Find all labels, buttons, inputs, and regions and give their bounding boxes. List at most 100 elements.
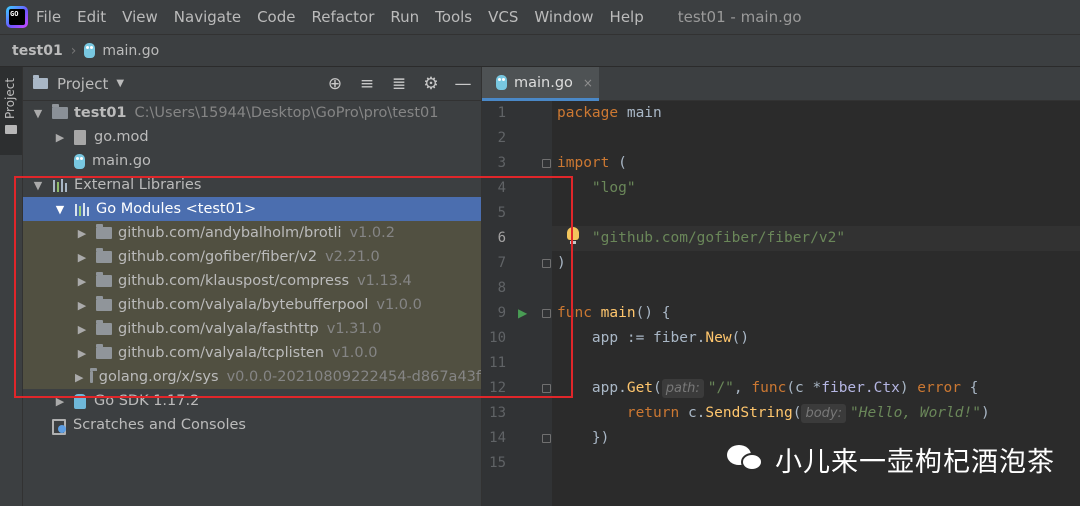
module-name: github.com/valyala/bytebufferpool (118, 297, 369, 313)
tree-item-module[interactable]: ▶ github.com/gofiber/fiber/v2 v2.21.0 (23, 245, 481, 269)
menu-refactor[interactable]: Refactor (311, 8, 374, 26)
chevron-down-icon[interactable]: ▼ (31, 107, 45, 120)
fold-icon[interactable] (542, 259, 551, 268)
tree-item-module[interactable]: ▶ github.com/valyala/fasthttp v1.31.0 (23, 317, 481, 341)
module-version: v1.13.4 (357, 273, 412, 289)
menu-help[interactable]: Help (610, 8, 644, 26)
line-number: 3 (497, 155, 506, 171)
project-tool-window-tab[interactable]: Project (0, 67, 22, 155)
project-tree: ▼ test01 C:\Users\15944\Desktop\GoPro\pr… (23, 101, 481, 437)
menu-vcs[interactable]: VCS (488, 8, 518, 26)
module-version: v0.0.0-20210809222454-d867a43f (226, 369, 481, 385)
chevron-right-icon[interactable]: ▶ (53, 395, 67, 408)
module-name: github.com/gofiber/fiber/v2 (118, 249, 318, 265)
fold-icon[interactable] (542, 384, 551, 393)
folder-icon (96, 272, 112, 287)
menu-navigate[interactable]: Navigate (174, 8, 241, 26)
tree-item-go-sdk[interactable]: ▶ Go SDK 1.17.2 (23, 389, 481, 413)
chevron-right-icon[interactable]: ▶ (75, 251, 89, 264)
line-number-current: 6 (497, 230, 506, 246)
project-tool-label: Project (3, 77, 17, 119)
locate-icon[interactable]: ⊕ (325, 73, 345, 95)
breadcrumb-file[interactable]: main.go (102, 43, 159, 59)
line-number: 1 (497, 105, 506, 121)
chevron-right-icon[interactable]: ▶ (75, 275, 89, 288)
chevron-right-icon[interactable]: ▶ (75, 347, 89, 360)
breadcrumb-separator: › (70, 42, 77, 59)
folder-icon (96, 296, 112, 311)
menu-edit[interactable]: Edit (77, 8, 106, 26)
wechat-icon (727, 443, 767, 475)
module-version: v1.0.2 (349, 225, 395, 241)
chevron-down-icon[interactable]: ▼ (31, 179, 45, 192)
window-title: test01 - main.go (677, 8, 802, 26)
chevron-right-icon[interactable]: ▶ (53, 131, 67, 144)
breadcrumb: test01 › main.go (0, 34, 1080, 67)
go-file-icon (496, 75, 507, 90)
code-line: func main() { (557, 305, 671, 321)
menu-tools[interactable]: Tools (435, 8, 472, 26)
project-panel-header: Project ▼ ⊕ ≡ ≣ ⚙ — (23, 67, 481, 101)
go-file-icon (84, 43, 96, 58)
folder-icon (96, 344, 112, 359)
left-tool-strip: Project (0, 67, 23, 506)
collapse-all-icon[interactable]: ≣ (389, 73, 409, 95)
chevron-down-icon[interactable]: ▼ (53, 203, 67, 216)
tree-item-root[interactable]: ▼ test01 C:\Users\15944\Desktop\GoPro\pr… (23, 101, 481, 125)
folder-icon (96, 248, 112, 263)
editor-tab-bar: main.go × (482, 67, 1080, 101)
tree-item-label: Go Modules <test01> (96, 201, 257, 217)
tab-main-go[interactable]: main.go × (482, 67, 599, 101)
chevron-right-icon[interactable]: ▶ (75, 227, 89, 240)
chevron-right-icon[interactable]: ▶ (75, 371, 83, 384)
line-number: 9 (497, 305, 506, 321)
chevron-down-icon[interactable]: ▼ (116, 78, 124, 89)
scratches-icon (51, 417, 67, 435)
line-number: 4 (497, 180, 506, 196)
tree-item-go-modules[interactable]: ▼ Go Modules <test01> (23, 197, 481, 221)
mod-file-icon (74, 129, 86, 145)
breadcrumb-project[interactable]: test01 (12, 43, 63, 59)
menu-view[interactable]: View (122, 8, 158, 26)
tree-item-module[interactable]: ▶ github.com/andybalholm/brotli v1.0.2 (23, 221, 481, 245)
line-number: 8 (497, 280, 506, 296)
chevron-right-icon[interactable]: ▶ (75, 299, 89, 312)
tree-item-external-libraries[interactable]: ▼ External Libraries (23, 173, 481, 197)
module-version: v1.0.0 (376, 297, 422, 313)
module-version: v1.0.0 (332, 345, 378, 361)
menu-file[interactable]: File (36, 8, 61, 26)
menu-code[interactable]: Code (257, 8, 295, 26)
module-version: v2.21.0 (325, 249, 380, 265)
fold-icon[interactable] (542, 434, 551, 443)
menu-window[interactable]: Window (534, 8, 593, 26)
tree-item-path: C:\Users\15944\Desktop\GoPro\pro\test01 (134, 105, 439, 121)
code-line: return c.SendString(body: "Hello, World!"… (557, 404, 990, 423)
line-number: 13 (489, 405, 506, 421)
tree-item-scratches[interactable]: Scratches and Consoles (23, 413, 481, 437)
tree-item-module[interactable]: ▶ github.com/klauspost/compress v1.13.4 (23, 269, 481, 293)
panel-actions: ⊕ ≡ ≣ ⚙ — (325, 73, 473, 95)
chevron-right-icon[interactable]: ▶ (75, 323, 89, 336)
line-number: 5 (497, 205, 506, 221)
module-name: github.com/klauspost/compress (118, 273, 350, 289)
tree-item-module[interactable]: ▶ golang.org/x/sys v0.0.0-20210809222454… (23, 365, 481, 389)
project-view-title[interactable]: Project (57, 75, 108, 93)
fold-icon[interactable] (542, 159, 551, 168)
menu-run[interactable]: Run (390, 8, 419, 26)
lightbulb-icon[interactable] (567, 227, 579, 244)
gear-icon[interactable]: ⚙ (421, 73, 441, 95)
line-number: 11 (489, 355, 506, 371)
tree-item-main-go[interactable]: ▶ main.go (23, 149, 481, 173)
tree-item-go-mod[interactable]: ▶ go.mod (23, 125, 481, 149)
tree-item-module[interactable]: ▶ github.com/valyala/tcplisten v1.0.0 (23, 341, 481, 365)
tree-item-module[interactable]: ▶ github.com/valyala/bytebufferpool v1.0… (23, 293, 481, 317)
fold-icon[interactable] (542, 309, 551, 318)
tree-item-label: External Libraries (74, 177, 202, 193)
hide-panel-icon[interactable]: — (453, 73, 473, 95)
close-icon[interactable]: × (583, 76, 593, 90)
expand-all-icon[interactable]: ≡ (357, 73, 377, 95)
run-icon[interactable]: ▶ (518, 306, 527, 320)
folder-icon (52, 104, 68, 119)
line-number: 15 (489, 455, 506, 471)
module-name: github.com/andybalholm/brotli (118, 225, 342, 241)
